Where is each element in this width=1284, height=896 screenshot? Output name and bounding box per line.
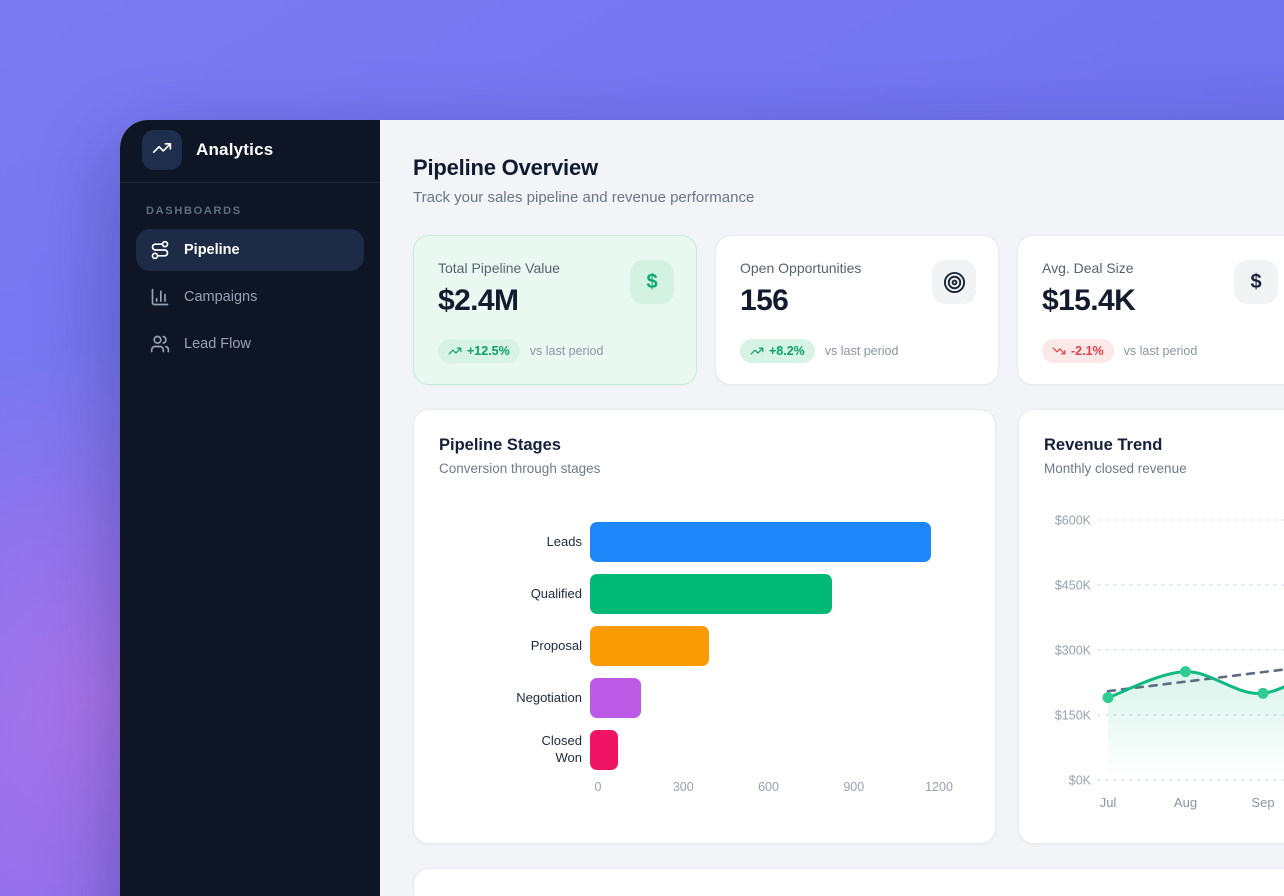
x-tick: 300 — [673, 780, 694, 794]
delta-value: -2.1% — [1071, 344, 1104, 358]
sidebar-item-pipeline[interactable]: Pipeline — [136, 229, 364, 271]
compare-label: vs last period — [825, 344, 899, 358]
compare-label: vs last period — [530, 344, 604, 358]
sidebar-item-lead-flow[interactable]: Lead Flow — [136, 323, 364, 365]
revenue-trend-subtitle: Monthly closed revenue — [1044, 461, 1284, 476]
stage-row-leads: Leads — [439, 516, 970, 568]
pipeline-stages-header: Pipeline Stages Conversion through stage… — [414, 410, 995, 476]
sidebar-item-label: Lead Flow — [184, 336, 251, 352]
delta-badge: -2.1% — [1042, 339, 1114, 363]
delta-badge: +12.5% — [438, 339, 520, 363]
y-tick: $0K — [1069, 774, 1092, 788]
y-tick: $150K — [1055, 709, 1092, 723]
stages-x-axis: 0 300 600 900 1200 — [414, 780, 995, 796]
trending-up-icon — [750, 344, 764, 358]
x-tick: Sep — [1251, 795, 1274, 810]
compare-label: vs last period — [1124, 344, 1198, 358]
sidebar: Analytics DASHBOARDS Pipeline Campaigns Le… — [120, 120, 380, 896]
y-tick: $300K — [1055, 644, 1092, 658]
pipeline-stages-subtitle: Conversion through stages — [439, 461, 970, 476]
stage-bar-proposal — [590, 626, 709, 666]
sidebar-item-campaigns[interactable]: Campaigns — [136, 276, 364, 318]
stage-row-proposal: Proposal — [439, 620, 970, 672]
stage-row-closed-won: Closed Won — [439, 724, 970, 776]
kpi-card-total-pipeline-value: Total Pipeline Value$2.4M$+12.5%vs last … — [413, 235, 697, 385]
stage-row-qualified: Qualified — [439, 568, 970, 620]
sidebar-item-label: Campaigns — [184, 289, 257, 305]
bar-chart-icon — [150, 287, 170, 307]
stage-label: Closed Won — [439, 733, 590, 767]
main-content: Pipeline Overview Track your sales pipel… — [380, 120, 1284, 896]
revenue-trend-card: $0K$150K$300K$450K$600KJulAugSepOct Reve… — [1018, 409, 1284, 844]
desktop: { "app": { "brand": "Analytics", "nav_se… — [0, 0, 1284, 896]
delta-value: +12.5% — [467, 344, 510, 358]
x-tick: 1200 — [925, 780, 953, 794]
stage-label: Qualified — [439, 586, 590, 603]
revenue-trend-title: Revenue Trend — [1044, 436, 1284, 455]
trending-down-icon — [1052, 344, 1066, 358]
page-subtitle: Track your sales pipeline and revenue pe… — [413, 189, 1284, 206]
pipeline-stages-card: Pipeline Stages Conversion through stage… — [413, 409, 996, 844]
x-tick: Aug — [1174, 795, 1197, 810]
users-icon — [150, 334, 170, 354]
x-tick: Jul — [1100, 795, 1117, 810]
stage-bar-closed-won — [590, 730, 618, 770]
kpi-footer: +12.5% vs last period — [438, 339, 603, 363]
stage-bar-negotiation — [590, 678, 641, 718]
bottom-card-partial — [413, 868, 1284, 896]
stage-bar-qualified — [590, 574, 832, 614]
kpi-footer: +8.2% vs last period — [740, 339, 898, 363]
x-tick: 600 — [758, 780, 779, 794]
stage-label: Negotiation — [439, 690, 590, 707]
delta-value: +8.2% — [769, 344, 805, 358]
revenue-trend-header: Revenue Trend Monthly closed revenue — [1019, 410, 1284, 476]
trending-up-icon — [448, 344, 462, 358]
stage-bar-leads — [590, 522, 931, 562]
pipeline-stages-title: Pipeline Stages — [439, 436, 970, 455]
sidebar-header: Analytics — [136, 130, 364, 182]
target-icon — [932, 260, 976, 304]
sidebar-item-label: Pipeline — [184, 242, 240, 258]
analytics-logo — [142, 130, 182, 170]
data-point — [1103, 692, 1114, 703]
data-point — [1258, 688, 1269, 699]
sidebar-nav: Pipeline Campaigns Lead Flow — [136, 229, 364, 365]
nav-section-label: DASHBOARDS — [146, 205, 354, 217]
sidebar-divider — [120, 182, 380, 183]
y-tick: $600K — [1055, 514, 1092, 528]
stage-label: Proposal — [439, 638, 590, 655]
dollar-icon: $ — [630, 260, 674, 304]
y-tick: $450K — [1055, 579, 1092, 593]
trending-up-icon — [152, 138, 172, 163]
charts-row: Pipeline Stages Conversion through stage… — [413, 409, 1284, 844]
stage-row-negotiation: Negotiation — [439, 672, 970, 724]
stage-label: Leads — [439, 534, 590, 551]
kpi-card-open-opportunities: Open Opportunities156+8.2%vs last period — [715, 235, 999, 385]
app-window: Analytics DASHBOARDS Pipeline Campaigns Le… — [120, 120, 1284, 896]
x-tick: 0 — [595, 780, 602, 794]
kpi-footer: -2.1% vs last period — [1042, 339, 1197, 363]
x-tick: 900 — [843, 780, 864, 794]
stages-bar-chart: Leads Qualified Proposal Negotiation Closed … — [414, 516, 995, 776]
kpi-card-avg-deal-size: Avg. Deal Size$15.4K$-2.1%vs last period — [1017, 235, 1284, 385]
dollar-icon: $ — [1234, 260, 1278, 304]
route-icon — [150, 240, 170, 260]
page-title: Pipeline Overview — [413, 155, 1284, 181]
app-title: Analytics — [196, 140, 273, 160]
kpi-row: Total Pipeline Value$2.4M$+12.5%vs last … — [413, 235, 1284, 385]
delta-badge: +8.2% — [740, 339, 815, 363]
data-point — [1180, 666, 1191, 677]
